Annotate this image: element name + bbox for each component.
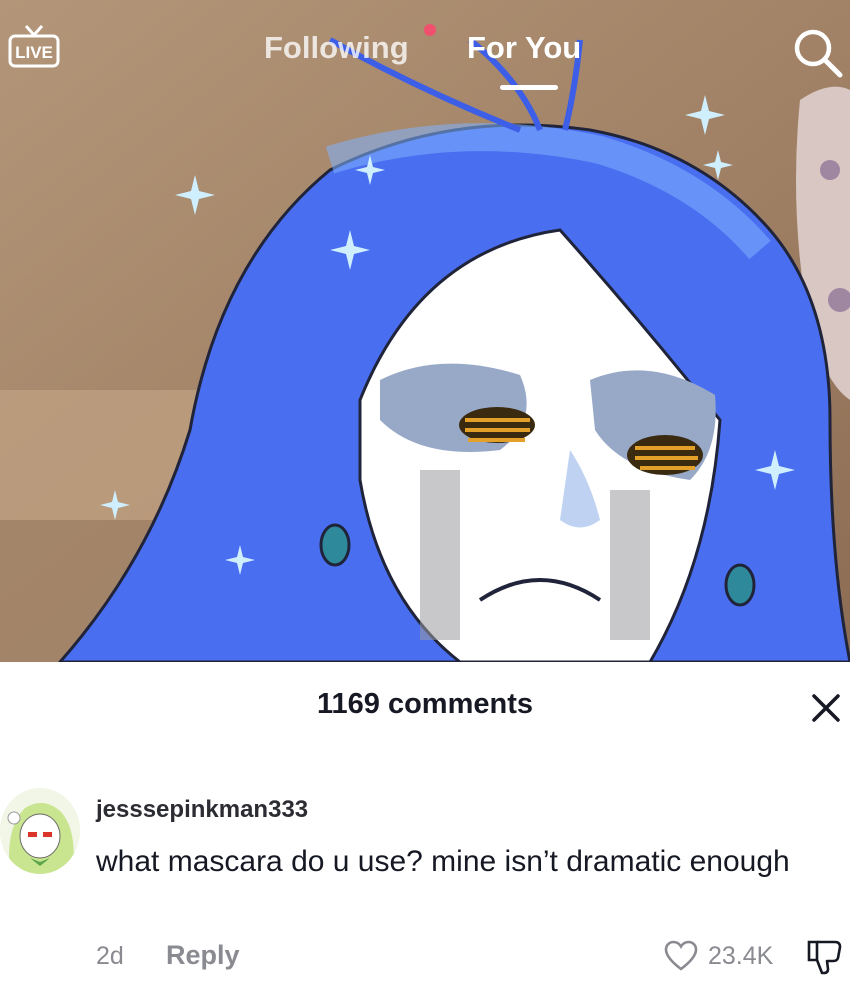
comment-timestamp: 2d: [96, 942, 124, 970]
tab-for-you[interactable]: For You: [467, 30, 581, 66]
top-navigation: LIVE Following For You: [0, 0, 850, 110]
avatar-image: [0, 788, 80, 874]
avatar[interactable]: [0, 788, 80, 874]
like-count: 23.4K: [708, 942, 774, 970]
live-icon[interactable]: LIVE: [8, 22, 60, 74]
comment-text: what mascara do u use? mine isn’t dramat…: [96, 845, 790, 878]
active-tab-indicator: [500, 85, 558, 90]
dislike-icon[interactable]: [805, 938, 845, 976]
notification-dot: [424, 24, 436, 36]
heart-icon[interactable]: [664, 940, 698, 972]
comment-username[interactable]: jesssepinkman333: [96, 796, 308, 824]
search-icon[interactable]: [790, 25, 846, 81]
live-label: LIVE: [15, 43, 53, 62]
comment-item: jesssepinkman333 what mascara do u use? …: [0, 780, 850, 1000]
close-icon[interactable]: [806, 688, 846, 728]
comment-count: 1169 comments: [316, 688, 533, 720]
comments-panel: 1169 comments jesssepinkman333 what masc…: [0, 662, 850, 1000]
reply-button[interactable]: Reply: [166, 940, 240, 971]
tab-following[interactable]: Following: [264, 30, 409, 66]
video-player[interactable]: LIVE Following For You: [0, 0, 850, 662]
